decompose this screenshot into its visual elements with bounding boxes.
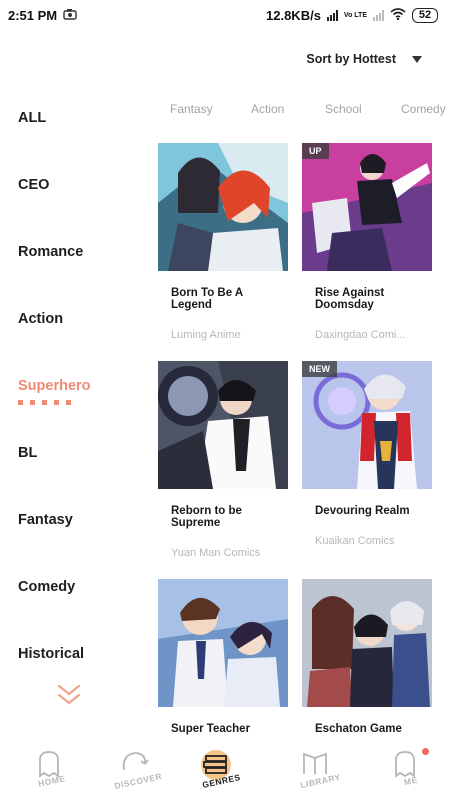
status-right: 12.8KB/s Vo LTE 52 (266, 7, 438, 23)
comic-author: Kuaikan Comics (315, 535, 395, 547)
comic-card[interactable]: UP Rise Against Doomsday Daxingdao Comi.… (302, 143, 432, 341)
bottom-navigation: HOME DISCOVER GENRES LIBRARY ME (0, 742, 450, 800)
subgenre-tabs: Fantasy Action School Comedy (162, 102, 450, 118)
status-left: 2:51 PM (8, 8, 77, 23)
genre-item-superhero[interactable]: Superhero (18, 378, 91, 394)
comic-author: Daxingdao Comi... (315, 329, 406, 341)
genre-item-fantasy[interactable]: Fantasy (18, 512, 73, 528)
notification-dot (422, 748, 429, 755)
genre-item-all[interactable]: ALL (18, 110, 46, 126)
genre-item-bl[interactable]: BL (18, 445, 37, 461)
comic-cover (158, 579, 288, 707)
active-genre-indicator (18, 400, 71, 405)
wifi-icon (390, 7, 406, 23)
scroll-down-chevron-icon[interactable] (56, 682, 82, 708)
nav-discover[interactable]: DISCOVER (100, 746, 170, 800)
comic-card[interactable]: Reborn to be Supreme Yuan Man Comics (158, 361, 288, 559)
nav-me[interactable]: ME (372, 746, 442, 800)
comic-cover: NEW (302, 361, 432, 489)
comic-cover (302, 579, 432, 707)
comic-title: Devouring Realm (315, 505, 410, 517)
new-tag: NEW (302, 361, 337, 377)
comic-author: Luming Anime (171, 329, 241, 341)
status-time: 2:51 PM (8, 7, 58, 23)
genre-item-comedy[interactable]: Comedy (18, 579, 75, 595)
dropdown-triangle-icon (412, 55, 422, 63)
library-icon (303, 752, 327, 774)
me-ghost-icon (395, 751, 415, 778)
comic-cover (158, 143, 288, 271)
comic-cover (158, 361, 288, 489)
camera-notification-icon (63, 8, 77, 23)
comic-title: Born To Be A Legend (171, 287, 243, 311)
comic-card[interactable]: NEW Devouring Realm Kuaikan Comics (302, 361, 432, 547)
signal-strength-icon (326, 9, 338, 21)
tab-school[interactable]: School (325, 102, 362, 116)
comic-title: Super Teacher (171, 723, 251, 735)
nav-library[interactable]: LIBRARY (282, 746, 352, 800)
genre-item-action[interactable]: Action (18, 311, 63, 327)
comic-card[interactable]: Eschaton Game (302, 579, 432, 735)
comic-author: Yuan Man Comics (171, 547, 261, 559)
signal-strength-2-icon (373, 9, 384, 21)
comic-card[interactable]: Super Teacher (158, 579, 288, 735)
nav-home[interactable]: HOME (16, 746, 86, 800)
sort-label: Sort by Hottest (306, 52, 396, 66)
volte-indicator: Vo LTE (343, 11, 367, 19)
comic-cover: UP (302, 143, 432, 271)
tab-action[interactable]: Action (251, 102, 284, 116)
tab-comedy[interactable]: Comedy (401, 102, 446, 116)
status-bar: 2:51 PM 12.8KB/s Vo LTE 52 (0, 0, 450, 30)
genre-list: ALL CEO Romance Action Superhero BL Fant… (0, 84, 110, 664)
network-speed: 12.8KB/s (266, 7, 321, 23)
comic-card[interactable]: Born To Be A Legend Luming Anime (158, 143, 288, 341)
genre-item-romance[interactable]: Romance (18, 244, 83, 260)
sort-dropdown[interactable]: Sort by Hottest (306, 52, 422, 66)
nav-me-label: ME (403, 774, 419, 788)
comic-title: Reborn to be Supreme (171, 505, 242, 529)
battery-indicator: 52 (412, 7, 438, 23)
genre-item-ceo[interactable]: CEO (18, 177, 49, 193)
update-tag: UP (302, 143, 329, 159)
nav-genres[interactable]: GENRES (186, 746, 256, 800)
comic-title: Rise Against Doomsday (315, 287, 385, 311)
comic-title: Eschaton Game (315, 723, 402, 735)
genre-item-historical[interactable]: Historical (18, 646, 84, 662)
tab-fantasy[interactable]: Fantasy (170, 102, 213, 116)
